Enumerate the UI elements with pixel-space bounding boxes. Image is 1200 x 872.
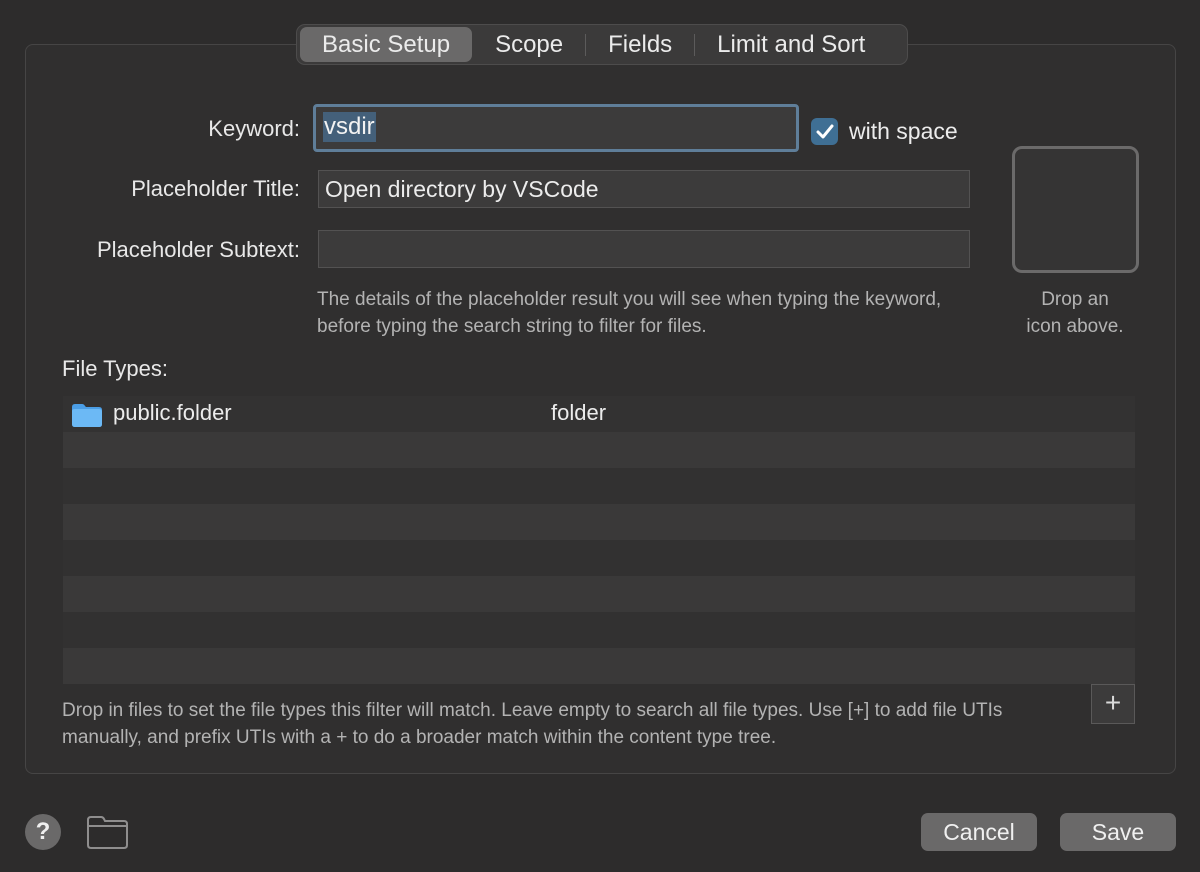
icon-drop-hint: Drop an icon above.	[1010, 286, 1140, 340]
keyword-value: vsdir	[323, 112, 376, 142]
file-type-kind: folder	[551, 400, 607, 425]
table-row	[63, 648, 1135, 684]
folder-icon	[71, 402, 103, 433]
file-types-table[interactable]: public.folder folder	[63, 396, 1135, 684]
tab-basic-setup[interactable]: Basic Setup	[300, 27, 473, 62]
help-button[interactable]: ?	[25, 814, 61, 850]
file-type-uti: public.folder	[113, 400, 232, 425]
placeholder-title-label: Placeholder Title:	[131, 176, 300, 201]
tab-limit-and-sort[interactable]: Limit and Sort	[695, 27, 887, 62]
with-space-checkbox[interactable]	[811, 118, 838, 145]
tab-fields[interactable]: Fields	[586, 27, 694, 62]
tab-scope[interactable]: Scope	[473, 27, 585, 62]
file-types-label: File Types:	[62, 356, 168, 381]
tab-bar: Basic Setup Scope Fields Limit and Sort	[296, 24, 908, 65]
table-row	[63, 612, 1135, 648]
with-space-label: with space	[849, 118, 958, 144]
keyword-input[interactable]: vsdir	[313, 104, 799, 152]
placeholder-title-input[interactable]: Open directory by VSCode	[318, 170, 970, 208]
icon-drop-hint-line1: Drop an	[1041, 289, 1109, 310]
add-file-type-button[interactable]: +	[1091, 684, 1135, 724]
placeholder-description: The details of the placeholder result yo…	[317, 289, 942, 337]
icon-drop-hint-line2: icon above.	[1026, 316, 1124, 337]
save-button[interactable]: Save	[1060, 813, 1176, 851]
table-row	[63, 540, 1135, 576]
file-types-help-text: Drop in files to set the file types this…	[62, 700, 1003, 748]
folder-icon[interactable]	[86, 814, 129, 855]
keyword-label: Keyword:	[208, 116, 300, 141]
placeholder-subtext-input[interactable]	[318, 230, 970, 268]
cancel-button[interactable]: Cancel	[921, 813, 1037, 851]
checkmark-icon	[816, 124, 833, 138]
placeholder-subtext-label: Placeholder Subtext:	[96, 237, 300, 262]
table-row	[63, 432, 1135, 468]
table-row	[63, 576, 1135, 612]
table-row	[63, 504, 1135, 540]
icon-drop-well[interactable]	[1012, 146, 1139, 273]
table-row	[63, 468, 1135, 504]
table-row[interactable]: public.folder folder	[63, 396, 1135, 432]
